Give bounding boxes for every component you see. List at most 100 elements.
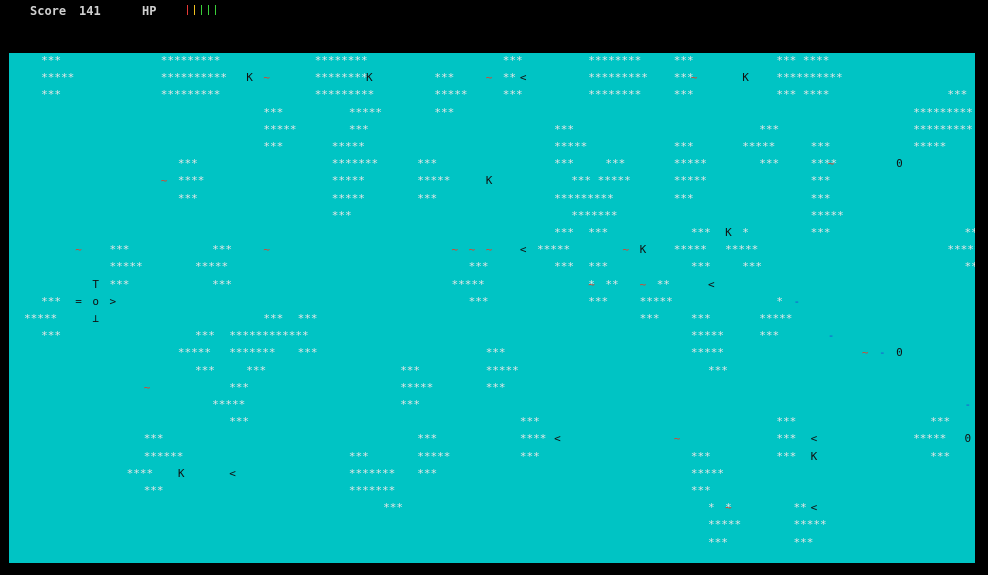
cloud: *** bbox=[485, 346, 506, 360]
enemy-tilde-icon: ~ bbox=[75, 243, 82, 257]
cloud: *** bbox=[177, 157, 198, 171]
cloud: *** bbox=[947, 88, 968, 102]
cloud: *** bbox=[554, 226, 574, 239]
enemy-k-icon: K bbox=[177, 466, 185, 480]
cloud: *** bbox=[776, 432, 797, 446]
enemy-tilde-icon: ~ bbox=[468, 243, 476, 257]
cloud: *** bbox=[502, 54, 523, 67]
cloud: *** bbox=[485, 380, 506, 394]
cloud: *** bbox=[297, 312, 318, 325]
cloud: *** bbox=[41, 54, 61, 67]
player-ship-icon: = bbox=[75, 294, 82, 308]
cloud: ************ bbox=[229, 329, 309, 343]
enemy-tilde-icon: ~ bbox=[673, 432, 681, 446]
cloud: ***** bbox=[417, 449, 451, 463]
cloud: * bbox=[776, 294, 784, 308]
cloud: *** bbox=[673, 54, 694, 67]
cloud: *** bbox=[348, 122, 369, 136]
cloud: *** bbox=[793, 535, 814, 549]
cloud: *** bbox=[177, 191, 198, 205]
cloud: ***** bbox=[451, 277, 485, 291]
cloud: *** bbox=[468, 260, 489, 274]
cloud: ** bbox=[502, 71, 517, 85]
enemy-tilde-icon: ~ bbox=[861, 346, 869, 360]
enemy-shot-icon: < bbox=[519, 243, 527, 257]
cloud: *** bbox=[673, 88, 694, 102]
cloud: *** bbox=[690, 312, 711, 325]
enemy-shot-icon: < bbox=[810, 501, 818, 515]
cloud: ***** bbox=[810, 208, 844, 222]
enemy-tilde-icon: ~ bbox=[827, 157, 835, 171]
cloud: *** bbox=[417, 191, 438, 205]
cloud: ***** bbox=[673, 174, 707, 188]
enemy-shot-icon: < bbox=[519, 71, 527, 85]
cloud: *** bbox=[41, 329, 61, 343]
cloud: ********* bbox=[554, 191, 614, 205]
cloud: ***** bbox=[485, 363, 519, 377]
cloud: **** bbox=[177, 174, 205, 188]
cloud: ***** bbox=[690, 466, 725, 480]
enemy-tilde-icon: ~ bbox=[485, 71, 493, 85]
cloud: *** bbox=[195, 329, 215, 343]
cloud: *** bbox=[639, 312, 660, 325]
cloud: ******* bbox=[348, 466, 396, 480]
cloud: *** bbox=[331, 208, 352, 222]
cloud: *** bbox=[776, 449, 797, 463]
hp-segment bbox=[187, 5, 188, 15]
cloud: ***** bbox=[537, 243, 571, 257]
bullet-icon: - bbox=[964, 398, 972, 411]
cloud: *** bbox=[143, 484, 164, 497]
cloud: *** bbox=[810, 174, 831, 188]
enemy-tilde-icon: ~ bbox=[160, 174, 168, 188]
cloud: *** bbox=[417, 157, 438, 171]
cloud: *** bbox=[930, 449, 951, 463]
cloud: * bbox=[742, 226, 749, 239]
enemy-k-icon: K bbox=[366, 71, 373, 85]
cloud: *** bbox=[810, 140, 831, 153]
cloud: ***** bbox=[331, 174, 365, 188]
hud-bar: Score 141 HP bbox=[0, 0, 988, 22]
hp-label: HP bbox=[142, 4, 157, 18]
player-ship-icon: > bbox=[109, 294, 117, 308]
bullet-icon: - bbox=[827, 329, 835, 343]
cloud: **** bbox=[519, 432, 547, 446]
cloud: ***** bbox=[400, 380, 434, 394]
cloud: **** bbox=[126, 466, 154, 480]
cloud: *** bbox=[212, 243, 232, 257]
cloud: ******** bbox=[588, 88, 642, 102]
cloud: *** bbox=[554, 260, 574, 274]
cloud: ****** bbox=[143, 449, 184, 463]
cloud: *** bbox=[554, 122, 574, 136]
enemy-k-icon: K bbox=[742, 71, 749, 85]
cloud: *** bbox=[964, 226, 976, 239]
enemy-shot-icon: < bbox=[554, 432, 561, 446]
cloud: *** bbox=[810, 191, 831, 205]
cloud: *** bbox=[810, 226, 831, 239]
cloud: *** bbox=[588, 260, 609, 274]
cloud: ***** bbox=[793, 518, 827, 532]
cloud: *** bbox=[417, 466, 438, 480]
mine-icon: 0 bbox=[896, 346, 903, 360]
cloud: *** **** bbox=[776, 54, 830, 67]
cloud: ***** bbox=[554, 140, 588, 153]
cloud: *** bbox=[400, 363, 421, 377]
cloud: ********* bbox=[913, 122, 973, 136]
cloud: *** bbox=[759, 329, 780, 343]
cloud: *** bbox=[759, 157, 780, 171]
hp-segment bbox=[201, 5, 202, 15]
enemy-tilde-icon: ~ bbox=[588, 277, 595, 291]
cloud: ***** bbox=[331, 140, 365, 153]
cloud: ******* bbox=[571, 208, 618, 222]
cloud: *** bbox=[348, 449, 369, 463]
cloud: ********* bbox=[314, 88, 375, 102]
enemy-tilde-icon: ~ bbox=[263, 71, 271, 85]
cloud: *** bbox=[229, 380, 250, 394]
cloud: *** bbox=[742, 260, 763, 274]
cloud: *** bbox=[588, 294, 609, 308]
cloud: *** bbox=[263, 140, 284, 153]
cloud: ******* bbox=[229, 346, 276, 360]
cloud: ***** bbox=[673, 157, 707, 171]
cloud: *** bbox=[383, 501, 403, 515]
cloud: ******* bbox=[331, 157, 379, 171]
enemy-tilde-icon: ~ bbox=[622, 243, 630, 257]
